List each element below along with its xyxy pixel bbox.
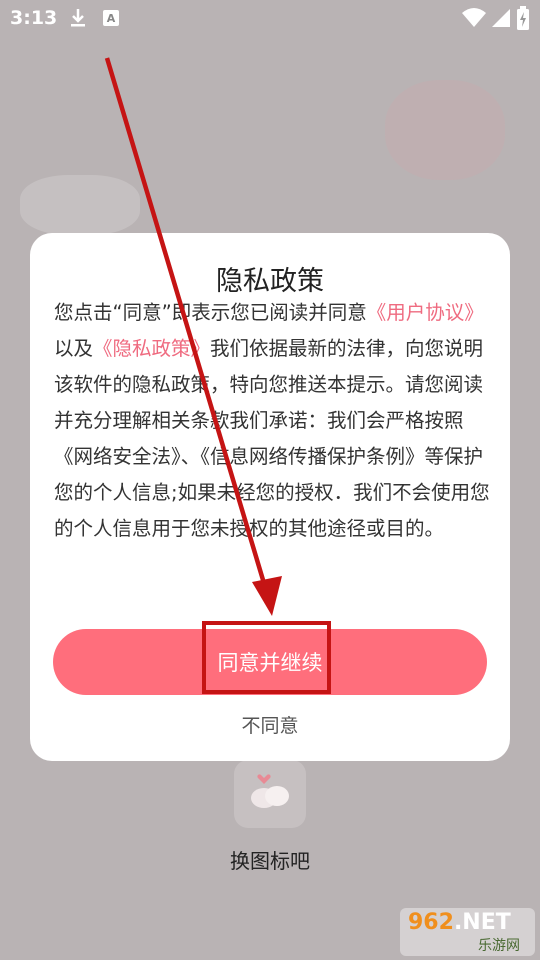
download-icon <box>71 9 85 27</box>
app-icon-label: 换图标吧 <box>230 849 310 873</box>
dialog-body: 您点击“同意”即表示您已阅读并同意《用户协议》以及《隐私政策》我们依据最新的法律… <box>54 295 490 547</box>
body-text-main: 我们依据最新的法律，向您说明该软件的隐私政策，特向您推送本提示。请您阅读并充分理… <box>54 337 490 540</box>
annotation-highlight-box <box>202 621 331 694</box>
privacy-policy-link[interactable]: 《隐私政策》 <box>93 337 210 360</box>
font-app-icon: A <box>103 10 119 26</box>
background-decoration <box>20 175 140 235</box>
watermark-suffix: .NET <box>453 910 511 935</box>
status-time: 3:13 <box>10 7 58 29</box>
disagree-button[interactable]: 不同意 <box>30 711 510 738</box>
battery-charging-icon <box>517 6 529 30</box>
cute-bubble-icon <box>251 774 289 808</box>
dialog-title: 隐私政策 <box>216 266 324 297</box>
signal-icon <box>492 9 510 27</box>
app-icon[interactable] <box>234 760 306 828</box>
watermark-site: 乐游网 <box>478 938 520 954</box>
body-text-intro: 您点击“同意”即表示您已阅读并同意 <box>54 301 367 324</box>
body-text-and: 以及 <box>54 337 94 360</box>
background-heart-decoration <box>385 80 505 180</box>
wifi-icon <box>462 8 486 27</box>
watermark-number: 962 <box>408 910 454 935</box>
svg-text:A: A <box>107 12 116 25</box>
status-bar: 3:13 A <box>0 0 540 36</box>
watermark-logo: 962.NET 乐游网 <box>400 908 535 956</box>
user-agreement-link[interactable]: 《用户协议》 <box>367 301 484 324</box>
